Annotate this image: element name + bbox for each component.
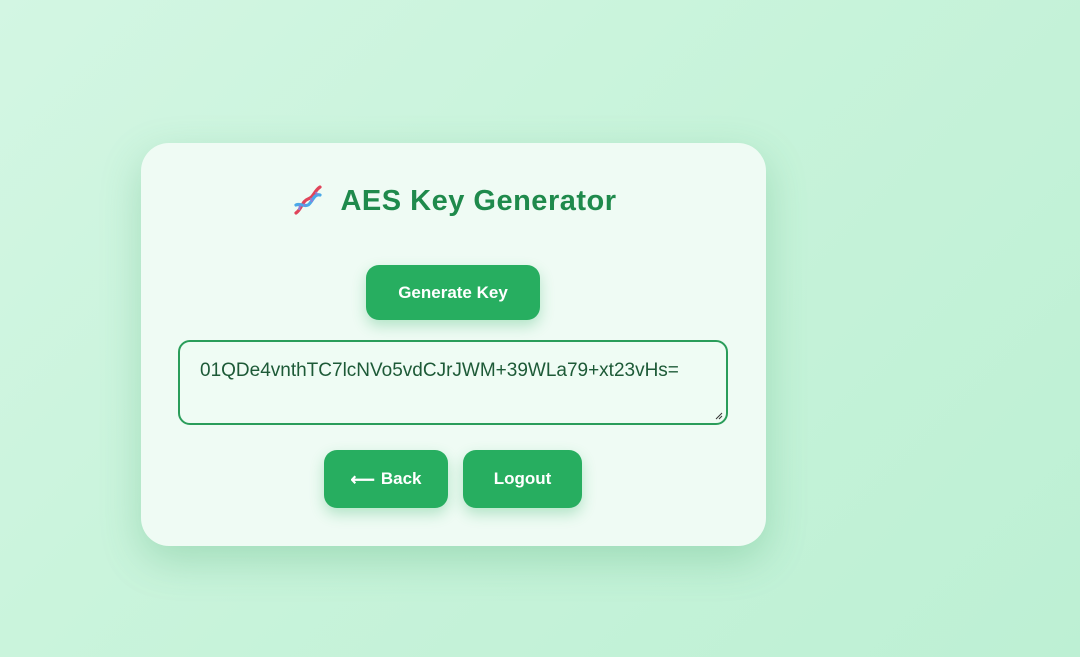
key-value: 01QDe4vnthTC7lcNVo5vdCJrJWM+39WLa79+xt23… [200, 360, 679, 381]
logout-button[interactable]: Logout [463, 450, 582, 508]
title-row: AES Key Generator [141, 183, 766, 219]
back-arrow-icon: ⟵ [350, 469, 375, 489]
key-generator-card: AES Key Generator Generate Key 01QDe4vnt… [141, 143, 766, 546]
key-output-textarea[interactable]: 01QDe4vnthTC7lcNVo5vdCJrJWM+39WLa79+xt23… [178, 340, 728, 425]
back-button[interactable]: ⟵ Back [324, 450, 448, 508]
generate-key-button[interactable]: Generate Key [366, 265, 540, 320]
resize-grip-icon[interactable] [715, 412, 723, 420]
dna-icon [290, 183, 326, 219]
back-button-label: Back [380, 469, 422, 488]
page-title: AES Key Generator [340, 184, 617, 217]
